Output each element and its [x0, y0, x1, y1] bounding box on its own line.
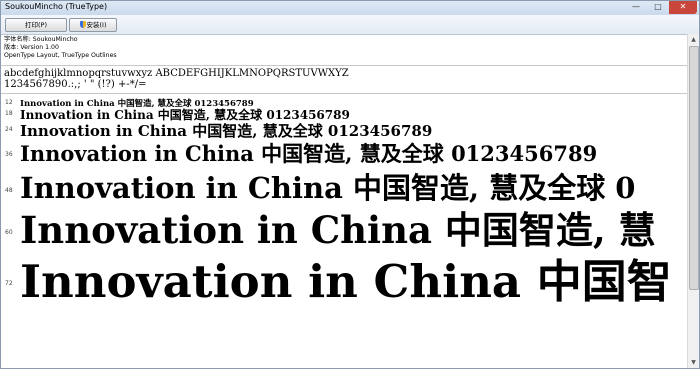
size-label: 18: [5, 110, 13, 117]
toolbar: 打印(P) 安装(I): [1, 15, 699, 35]
size-label: 72: [5, 280, 13, 287]
size-label: 24: [5, 126, 13, 133]
window-controls: — □ ✕: [625, 1, 697, 14]
charset-letters: abcdefghijklmnopqrstuvwxyz ABCDEFGHIJKLM…: [4, 68, 349, 79]
size-label: 48: [5, 187, 13, 194]
size-label: 36: [5, 151, 13, 158]
outline-line: OpenType Layout, TrueType Outlines: [4, 52, 117, 59]
size-label: 60: [5, 229, 13, 236]
size-label: 12: [5, 99, 13, 106]
minimize-icon[interactable]: —: [625, 1, 647, 14]
character-set-preview: abcdefghijklmnopqrstuvwxyz ABCDEFGHIJKLM…: [4, 68, 349, 90]
scroll-down-icon[interactable]: ▼: [688, 357, 699, 368]
shield-icon: [79, 21, 86, 28]
vertical-scrollbar[interactable]: ▲ ▼: [687, 34, 699, 368]
charset-digits-symbols: 1234567890.:,; ' " (!?) +-*/=: [4, 79, 147, 90]
print-button[interactable]: 打印(P): [5, 18, 67, 32]
version-line: 版本: Version 1.00: [4, 44, 59, 51]
print-button-label: 打印(P): [25, 21, 47, 29]
divider: [1, 93, 688, 94]
scroll-up-icon[interactable]: ▲: [688, 34, 699, 45]
sample-text: Innovation in China 中国智: [20, 255, 672, 308]
close-icon[interactable]: ✕: [669, 1, 697, 14]
font-info: 字体名称: SoukouMincho 版本: Version 1.00 Open…: [4, 36, 117, 60]
divider: [1, 65, 688, 66]
maximize-icon[interactable]: □: [647, 1, 669, 14]
title-bar: SoukouMincho (TrueType) — □ ✕: [1, 1, 699, 15]
window-title: SoukouMincho (TrueType): [5, 2, 108, 11]
sample-text: Innovation in China 中国智造, 慧及全球 012345678…: [20, 141, 598, 166]
install-button[interactable]: 安装(I): [69, 18, 117, 32]
font-viewer-window: SoukouMincho (TrueType) — □ ✕ 打印(P) 安装(I…: [0, 0, 700, 369]
scrollbar-thumb[interactable]: [689, 46, 699, 290]
install-button-label: 安装(I): [86, 21, 107, 29]
font-name-line: 字体名称: SoukouMincho: [4, 36, 78, 43]
